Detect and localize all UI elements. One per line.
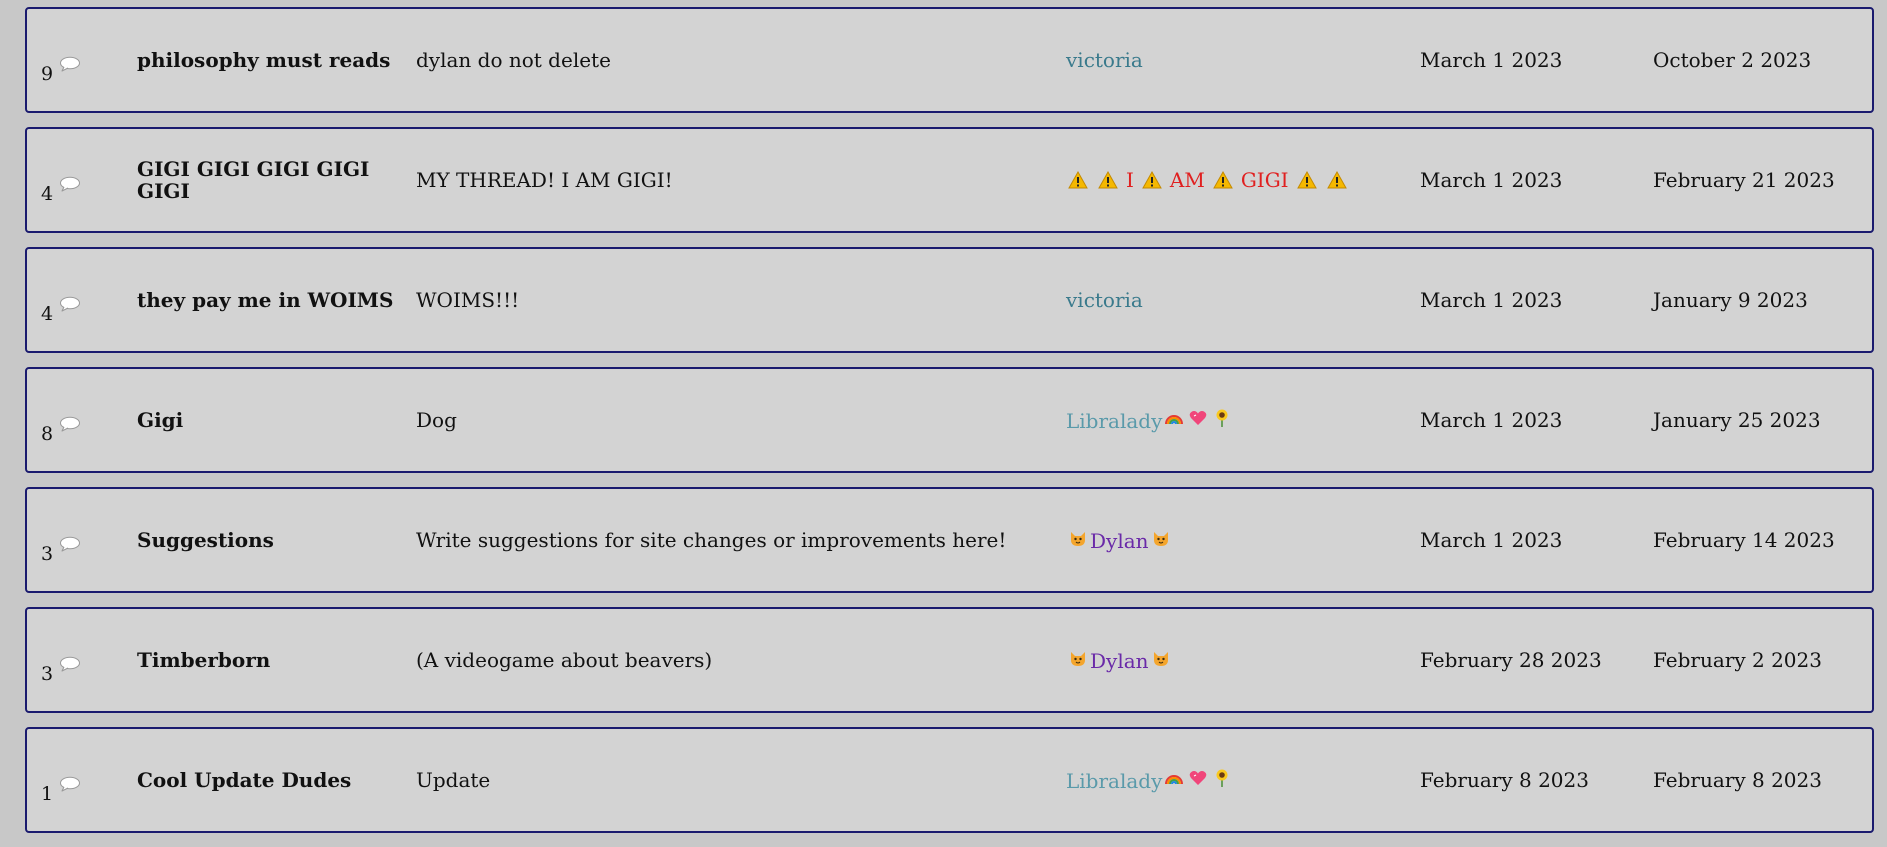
- thread-row[interactable]: 3 Suggestions Write suggestions for site c…: [25, 487, 1874, 593]
- speech-bubble-icon: [59, 415, 81, 437]
- thread-title[interactable]: Gigi: [137, 369, 397, 471]
- author-link[interactable]: Libralady: [1066, 408, 1234, 433]
- speech-bubble-icon: [59, 295, 81, 317]
- cat-face-icon: [1149, 528, 1173, 548]
- author-name-part: GIGI: [1240, 168, 1289, 192]
- sunflower-icon: [1210, 408, 1234, 428]
- author-link[interactable]: Dylan: [1066, 648, 1173, 673]
- thread-created-date: February 28 2023: [1420, 648, 1602, 672]
- author-name: Dylan: [1090, 648, 1149, 673]
- thread-row[interactable]: 4 GIGI GIGI GIGI GIGI GIGI MY THREAD! I AM…: [25, 127, 1874, 233]
- thread-author[interactable]: victoria: [1066, 9, 1386, 111]
- warning-icon: [1325, 170, 1349, 190]
- thread-updated-date: January 9 2023: [1653, 288, 1808, 312]
- reply-count-value: 3: [41, 543, 54, 565]
- thread-row[interactable]: 4 they pay me in WOIMS WOIMS!!! victoria Mar…: [25, 247, 1874, 353]
- thread-title[interactable]: they pay me in WOIMS: [137, 249, 397, 351]
- author-link[interactable]: I AM GIGI: [1066, 168, 1349, 192]
- thread-created-date: February 8 2023: [1420, 768, 1589, 792]
- reply-count: 4: [41, 129, 121, 231]
- heart-icon: [1186, 768, 1210, 788]
- thread-created-date: March 1 2023: [1420, 168, 1563, 192]
- author-name: victoria: [1066, 288, 1143, 312]
- reply-count: 3: [41, 489, 121, 591]
- author-name-part: AM: [1169, 168, 1205, 192]
- warning-icon: [1295, 170, 1319, 190]
- heart-icon: [1186, 408, 1210, 428]
- speech-bubble-icon: [59, 175, 81, 197]
- thread-updated-date: October 2 2023: [1653, 48, 1812, 72]
- reply-count: 4: [41, 249, 121, 351]
- author-link[interactable]: Libralady: [1066, 768, 1234, 793]
- cat-face-icon: [1149, 648, 1173, 668]
- thread-description: dylan do not delete: [416, 48, 611, 72]
- thread-description: MY THREAD! I AM GIGI!: [416, 168, 673, 192]
- author-link[interactable]: Dylan: [1066, 528, 1173, 553]
- thread-row[interactable]: 9 philosophy must reads dylan do not delet…: [25, 7, 1874, 113]
- rainbow-icon: [1162, 408, 1186, 428]
- warning-icon: [1211, 170, 1235, 190]
- thread-title[interactable]: Suggestions: [137, 489, 397, 591]
- reply-count-value: 3: [41, 663, 54, 685]
- cat-face-icon: [1066, 528, 1090, 548]
- reply-count-value: 9: [41, 63, 54, 85]
- thread-list: 9 philosophy must reads dylan do not delet…: [25, 7, 1874, 847]
- thread-created-date: March 1 2023: [1420, 288, 1563, 312]
- thread-author[interactable]: victoria: [1066, 249, 1386, 351]
- thread-title[interactable]: philosophy must reads: [137, 9, 397, 111]
- rainbow-icon: [1162, 768, 1186, 788]
- thread-updated-date: February 21 2023: [1653, 168, 1835, 192]
- reply-count: 3: [41, 609, 121, 711]
- reply-count-value: 4: [41, 303, 54, 325]
- reply-count-value: 4: [41, 183, 54, 205]
- author-link[interactable]: victoria: [1066, 48, 1143, 72]
- author-name: victoria: [1066, 48, 1143, 72]
- thread-description: (A videogame about beavers): [416, 648, 713, 672]
- speech-bubble-icon: [59, 775, 81, 797]
- thread-description: Dog: [416, 408, 457, 432]
- author-name: Dylan: [1090, 528, 1149, 553]
- thread-author[interactable]: I AM GIGI: [1066, 129, 1386, 231]
- author-link[interactable]: victoria: [1066, 288, 1143, 312]
- thread-updated-date: February 14 2023: [1653, 528, 1835, 552]
- thread-author[interactable]: Dylan: [1066, 489, 1386, 591]
- thread-author[interactable]: Libralady: [1066, 729, 1386, 831]
- thread-author[interactable]: Libralady: [1066, 369, 1386, 471]
- speech-bubble-icon: [59, 655, 81, 677]
- thread-title[interactable]: Timberborn: [137, 609, 397, 711]
- thread-updated-date: February 2 2023: [1653, 648, 1822, 672]
- thread-description: WOIMS!!!: [416, 288, 520, 312]
- thread-row[interactable]: 8 Gigi Dog Libralady March 1 2023 January 25 …: [25, 367, 1874, 473]
- thread-author[interactable]: Dylan: [1066, 609, 1386, 711]
- thread-description: Write suggestions for site changes or im…: [416, 528, 1007, 552]
- warning-icon: [1066, 170, 1090, 190]
- reply-count: 1: [41, 729, 121, 831]
- author-name: Libralady: [1066, 408, 1163, 433]
- warning-icon: [1140, 170, 1164, 190]
- thread-title[interactable]: Cool Update Dudes: [137, 729, 397, 831]
- speech-bubble-icon: [59, 535, 81, 557]
- cat-face-icon: [1066, 648, 1090, 668]
- thread-updated-date: January 25 2023: [1653, 408, 1821, 432]
- thread-title[interactable]: GIGI GIGI GIGI GIGI GIGI: [137, 129, 397, 231]
- thread-created-date: March 1 2023: [1420, 408, 1563, 432]
- author-name-part: I: [1126, 168, 1134, 192]
- reply-count: 8: [41, 369, 121, 471]
- thread-created-date: March 1 2023: [1420, 528, 1563, 552]
- reply-count-value: 1: [41, 783, 54, 805]
- thread-row[interactable]: 3 Timberborn (A videogame about beavers) Dy…: [25, 607, 1874, 713]
- speech-bubble-icon: [59, 55, 81, 77]
- thread-updated-date: February 8 2023: [1653, 768, 1822, 792]
- sunflower-icon: [1210, 768, 1234, 788]
- author-name: Libralady: [1066, 768, 1163, 793]
- thread-description: Update: [416, 768, 491, 792]
- reply-count: 9: [41, 9, 121, 111]
- reply-count-value: 8: [41, 423, 54, 445]
- warning-icon: [1096, 170, 1120, 190]
- thread-created-date: March 1 2023: [1420, 48, 1563, 72]
- thread-row[interactable]: 1 Cool Update Dudes Update Libralady Februar…: [25, 727, 1874, 833]
